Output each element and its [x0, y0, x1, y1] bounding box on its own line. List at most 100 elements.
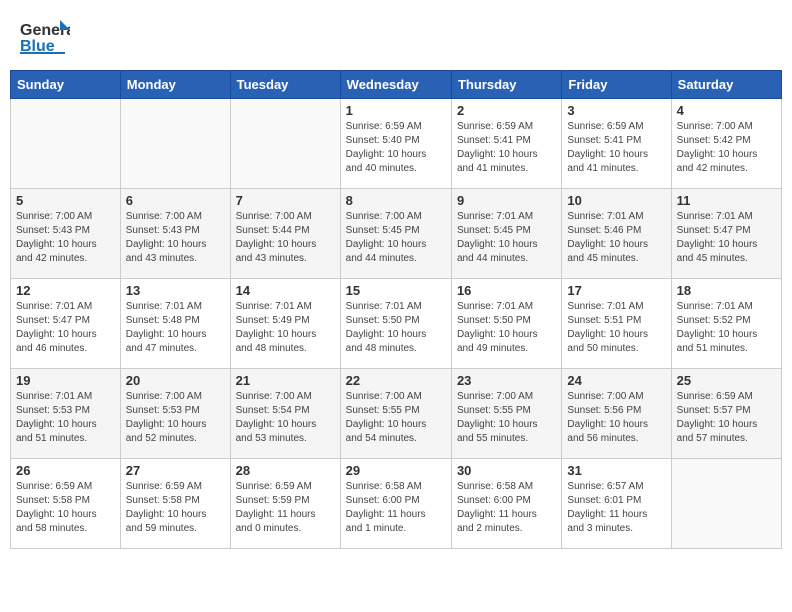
calendar-cell: 10 Sunrise: 7:01 AM Sunset: 5:46 PM Dayli…: [562, 189, 671, 279]
day-number: 2: [457, 103, 556, 118]
day-info: Sunrise: 6:59 AM Sunset: 5:41 PM Dayligh…: [457, 120, 556, 176]
day-number: 21: [236, 373, 335, 388]
day-number: 9: [457, 193, 556, 208]
day-info: Sunrise: 6:57 AM Sunset: 6:01 PM Dayligh…: [567, 480, 665, 536]
calendar-cell: 19 Sunrise: 7:01 AM Sunset: 5:53 PM Dayli…: [11, 369, 121, 459]
column-header-monday: Monday: [120, 71, 230, 99]
day-number: 26: [16, 463, 115, 478]
logo-icon: General Blue: [20, 15, 70, 55]
calendar-cell: 23 Sunrise: 7:00 AM Sunset: 5:55 PM Dayli…: [451, 369, 561, 459]
day-number: 22: [346, 373, 446, 388]
day-number: 4: [677, 103, 776, 118]
day-info: Sunrise: 7:00 AM Sunset: 5:54 PM Dayligh…: [236, 390, 335, 446]
day-number: 3: [567, 103, 665, 118]
calendar-cell: 1 Sunrise: 6:59 AM Sunset: 5:40 PM Daylig…: [340, 99, 451, 189]
day-info: Sunrise: 6:58 AM Sunset: 6:00 PM Dayligh…: [457, 480, 556, 536]
day-info: Sunrise: 7:01 AM Sunset: 5:49 PM Dayligh…: [236, 300, 335, 356]
day-info: Sunrise: 7:00 AM Sunset: 5:53 PM Dayligh…: [126, 390, 225, 446]
day-number: 20: [126, 373, 225, 388]
calendar-cell: 28 Sunrise: 6:59 AM Sunset: 5:59 PM Dayli…: [230, 459, 340, 549]
calendar-cell: 4 Sunrise: 7:00 AM Sunset: 5:42 PM Daylig…: [671, 99, 781, 189]
day-info: Sunrise: 6:58 AM Sunset: 6:00 PM Dayligh…: [346, 480, 446, 536]
day-number: 27: [126, 463, 225, 478]
column-header-wednesday: Wednesday: [340, 71, 451, 99]
calendar-cell: 16Sunrise: 7:01 AM Sunset: 5:50 PM Dayli…: [451, 279, 561, 369]
calendar-cell: 2 Sunrise: 6:59 AM Sunset: 5:41 PM Daylig…: [451, 99, 561, 189]
day-info: Sunrise: 7:01 AM Sunset: 5:46 PM Dayligh…: [567, 210, 665, 266]
day-info: Sunrise: 6:59 AM Sunset: 5:58 PM Dayligh…: [16, 480, 115, 536]
calendar-cell: 14 Sunrise: 7:01 AM Sunset: 5:49 PM Dayli…: [230, 279, 340, 369]
day-info: Sunrise: 6:59 AM Sunset: 5:40 PM Dayligh…: [346, 120, 446, 176]
column-header-sunday: Sunday: [11, 71, 121, 99]
logo: General Blue: [20, 15, 70, 55]
day-number: 13: [126, 283, 225, 298]
calendar-cell: 3 Sunrise: 6:59 AM Sunset: 5:41 PM Daylig…: [562, 99, 671, 189]
day-number: 8: [346, 193, 446, 208]
day-number: 28: [236, 463, 335, 478]
calendar-cell: 25 Sunrise: 6:59 AM Sunset: 5:57 PM Dayli…: [671, 369, 781, 459]
day-number: 15: [346, 283, 446, 298]
day-number: 16: [457, 283, 556, 298]
calendar-week-2: 5 Sunrise: 7:00 AM Sunset: 5:43 PM Daylig…: [11, 189, 782, 279]
day-number: 7: [236, 193, 335, 208]
column-header-thursday: Thursday: [451, 71, 561, 99]
day-number: 24: [567, 373, 665, 388]
day-info: Sunrise: 6:59 AM Sunset: 5:57 PM Dayligh…: [677, 390, 776, 446]
day-info: Sunrise: 7:00 AM Sunset: 5:42 PM Dayligh…: [677, 120, 776, 176]
day-number: 25: [677, 373, 776, 388]
day-info: Sunrise: 7:00 AM Sunset: 5:43 PM Dayligh…: [16, 210, 115, 266]
calendar-header-row: SundayMondayTuesdayWednesdayThursdayFrid…: [11, 71, 782, 99]
day-number: 29: [346, 463, 446, 478]
calendar-cell: 21 Sunrise: 7:00 AM Sunset: 5:54 PM Dayli…: [230, 369, 340, 459]
calendar-cell: 17Sunrise: 7:01 AM Sunset: 5:51 PM Dayli…: [562, 279, 671, 369]
calendar-week-4: 19 Sunrise: 7:01 AM Sunset: 5:53 PM Dayli…: [11, 369, 782, 459]
calendar-cell: 31 Sunrise: 6:57 AM Sunset: 6:01 PM Dayli…: [562, 459, 671, 549]
calendar-cell: 9 Sunrise: 7:01 AM Sunset: 5:45 PM Daylig…: [451, 189, 561, 279]
day-number: 6: [126, 193, 225, 208]
day-info: Sunrise: 7:00 AM Sunset: 5:44 PM Dayligh…: [236, 210, 335, 266]
day-info: Sunrise: 7:00 AM Sunset: 5:45 PM Dayligh…: [346, 210, 446, 266]
calendar-cell: 15Sunrise: 7:01 AM Sunset: 5:50 PM Dayli…: [340, 279, 451, 369]
day-info: Sunrise: 6:59 AM Sunset: 5:41 PM Dayligh…: [567, 120, 665, 176]
day-info: Sunrise: 7:00 AM Sunset: 5:55 PM Dayligh…: [457, 390, 556, 446]
calendar-cell: 29 Sunrise: 6:58 AM Sunset: 6:00 PM Dayli…: [340, 459, 451, 549]
day-number: 1: [346, 103, 446, 118]
column-header-saturday: Saturday: [671, 71, 781, 99]
day-info: Sunrise: 7:01 AM Sunset: 5:48 PM Dayligh…: [126, 300, 225, 356]
day-number: 14: [236, 283, 335, 298]
day-number: 10: [567, 193, 665, 208]
day-info: Sunrise: 6:59 AM Sunset: 5:59 PM Dayligh…: [236, 480, 335, 536]
calendar-cell: 24 Sunrise: 7:00 AM Sunset: 5:56 PM Dayli…: [562, 369, 671, 459]
calendar-cell: 13 Sunrise: 7:01 AM Sunset: 5:48 PM Dayli…: [120, 279, 230, 369]
day-number: 19: [16, 373, 115, 388]
day-info: Sunrise: 6:59 AM Sunset: 5:58 PM Dayligh…: [126, 480, 225, 536]
calendar-cell: 12Sunrise: 7:01 AM Sunset: 5:47 PM Dayli…: [11, 279, 121, 369]
day-number: 30: [457, 463, 556, 478]
calendar-table: SundayMondayTuesdayWednesdayThursdayFrid…: [10, 70, 782, 549]
day-number: 18: [677, 283, 776, 298]
day-number: 31: [567, 463, 665, 478]
day-info: Sunrise: 7:01 AM Sunset: 5:53 PM Dayligh…: [16, 390, 115, 446]
day-info: Sunrise: 7:01 AM Sunset: 5:47 PM Dayligh…: [677, 210, 776, 266]
day-number: 11: [677, 193, 776, 208]
page-header: General Blue: [10, 10, 782, 60]
calendar-cell: 5 Sunrise: 7:00 AM Sunset: 5:43 PM Daylig…: [11, 189, 121, 279]
calendar-cell: 27 Sunrise: 6:59 AM Sunset: 5:58 PM Dayli…: [120, 459, 230, 549]
day-info: Sunrise: 7:00 AM Sunset: 5:56 PM Dayligh…: [567, 390, 665, 446]
day-info: Sunrise: 7:00 AM Sunset: 5:43 PM Dayligh…: [126, 210, 225, 266]
calendar-cell: 7 Sunrise: 7:00 AM Sunset: 5:44 PM Daylig…: [230, 189, 340, 279]
day-number: 23: [457, 373, 556, 388]
calendar-week-3: 12Sunrise: 7:01 AM Sunset: 5:47 PM Dayli…: [11, 279, 782, 369]
day-info: Sunrise: 7:01 AM Sunset: 5:45 PM Dayligh…: [457, 210, 556, 266]
column-header-friday: Friday: [562, 71, 671, 99]
day-info: Sunrise: 7:01 AM Sunset: 5:52 PM Dayligh…: [677, 300, 776, 356]
calendar-cell: 18 Sunrise: 7:01 AM Sunset: 5:52 PM Dayli…: [671, 279, 781, 369]
calendar-cell: [671, 459, 781, 549]
calendar-cell: [230, 99, 340, 189]
calendar-cell: 20 Sunrise: 7:00 AM Sunset: 5:53 PM Dayli…: [120, 369, 230, 459]
calendar-cell: [11, 99, 121, 189]
calendar-cell: 26 Sunrise: 6:59 AM Sunset: 5:58 PM Dayli…: [11, 459, 121, 549]
day-number: 5: [16, 193, 115, 208]
column-header-tuesday: Tuesday: [230, 71, 340, 99]
day-info: Sunrise: 7:00 AM Sunset: 5:55 PM Dayligh…: [346, 390, 446, 446]
